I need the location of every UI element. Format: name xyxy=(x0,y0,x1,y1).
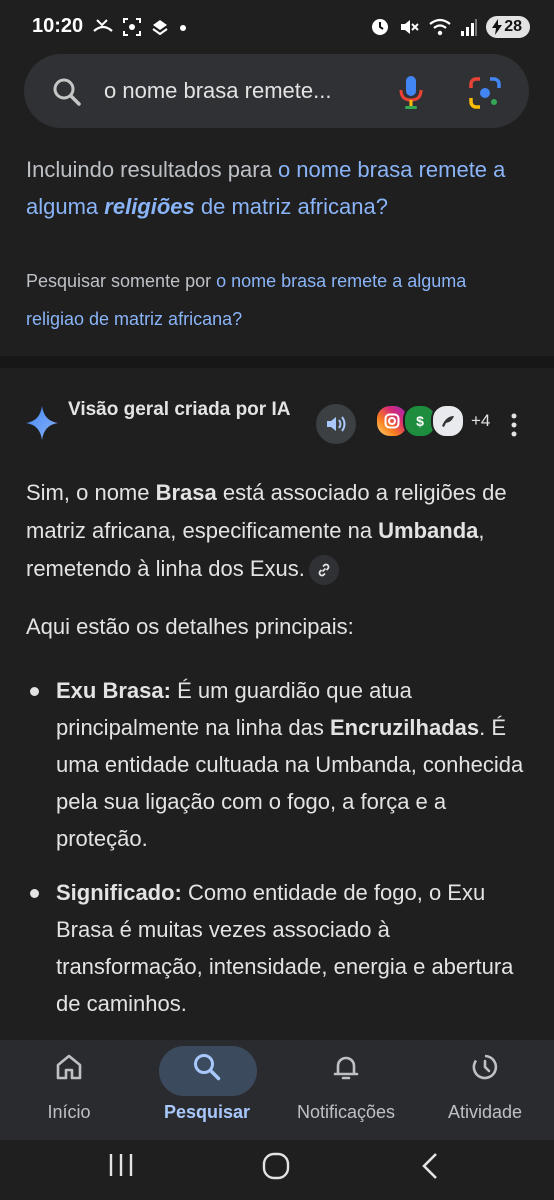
only-prefix: Pesquisar somente por xyxy=(26,271,217,291)
alarm-icon xyxy=(372,19,389,35)
bullet xyxy=(30,687,39,696)
mute-icon xyxy=(401,20,419,34)
bold-encruzilhadas: Encruzilhadas xyxy=(329,715,480,740)
nav-activity-label: Atividade xyxy=(447,1102,523,1122)
nav-activity[interactable]: Atividade xyxy=(416,1040,554,1140)
search-input[interactable]: o nome brasa remete... xyxy=(104,78,331,104)
bold-umbanda: Umbanda xyxy=(378,518,479,543)
search-only-for: Pesquisar somente por o nome brasa remet… xyxy=(26,262,526,338)
nav-home[interactable]: Início xyxy=(0,1040,138,1140)
ai-paragraph-2: Aqui estão os detalhes principais: xyxy=(26,614,354,639)
home-button-icon[interactable] xyxy=(262,1152,290,1180)
system-icons: 28 xyxy=(370,13,530,41)
battery-level: 28 xyxy=(504,18,522,35)
google-lens-icon[interactable] xyxy=(468,76,502,110)
listen-button[interactable] xyxy=(316,404,356,444)
nav-home-label: Início xyxy=(47,1102,91,1122)
source-avatars[interactable]: $ +4 xyxy=(375,404,490,438)
more-options-icon[interactable] xyxy=(508,410,520,440)
ai-sparkle-icon xyxy=(26,406,58,440)
system-navigation-bar xyxy=(0,1140,554,1200)
bullet xyxy=(30,889,39,898)
stack-icon xyxy=(152,20,168,36)
citation-link-button[interactable] xyxy=(308,555,339,586)
list-item: Exu Brasa: É um guardião que atua princi… xyxy=(26,672,526,857)
ai-overview-title: Visão geral criada por IA xyxy=(68,399,291,420)
wifi-icon xyxy=(429,18,451,36)
search-bar[interactable]: o nome brasa remete... xyxy=(24,54,529,128)
source-illustration-icon[interactable] xyxy=(431,404,465,438)
battery-indicator: 28 xyxy=(486,16,530,38)
including-results: Incluindo resultados para o nome brasa r… xyxy=(26,151,526,225)
corrected-word: religiões xyxy=(104,194,195,219)
list-item: Significado: Como entidade de fogo, o Ex… xyxy=(26,874,526,1022)
status-time: 10:20 xyxy=(32,15,84,37)
nav-notifications-label: Notificações xyxy=(296,1102,396,1122)
section-divider xyxy=(0,356,554,368)
bottom-navigation: Início Pesquisar Notificações Atividade xyxy=(0,1040,554,1140)
microphone-icon[interactable] xyxy=(396,74,426,110)
home-icon xyxy=(56,1054,82,1080)
search-icon xyxy=(194,1054,221,1081)
screenshot-icon xyxy=(123,18,141,36)
ai-paragraph-1: Sim, o nome Brasa está associado a relig… xyxy=(26,474,526,588)
notification-icons xyxy=(92,14,188,40)
nav-search[interactable]: Pesquisar xyxy=(138,1040,276,1140)
nav-notifications[interactable]: Notificações xyxy=(277,1040,415,1140)
signal-icon xyxy=(461,19,478,36)
bold-brasa: Brasa xyxy=(155,480,217,505)
dot-icon xyxy=(180,25,186,31)
speaker-icon xyxy=(327,416,346,432)
recent-apps-icon[interactable] xyxy=(108,1152,134,1178)
list-item-label: Exu Brasa: xyxy=(56,678,171,703)
charging-icon xyxy=(492,19,503,35)
search-icon xyxy=(53,78,81,106)
more-sources-count: +4 xyxy=(471,411,491,430)
activity-icon xyxy=(472,1054,498,1080)
missed-call-icon xyxy=(93,19,113,32)
list-item-label: Significado: xyxy=(56,880,182,905)
nav-search-label: Pesquisar xyxy=(163,1102,251,1122)
link-icon xyxy=(318,563,330,577)
including-prefix: Incluindo resultados para xyxy=(26,157,278,182)
back-icon[interactable] xyxy=(420,1152,442,1180)
status-bar: 10:20 28 xyxy=(0,0,554,56)
bell-icon xyxy=(333,1056,359,1080)
